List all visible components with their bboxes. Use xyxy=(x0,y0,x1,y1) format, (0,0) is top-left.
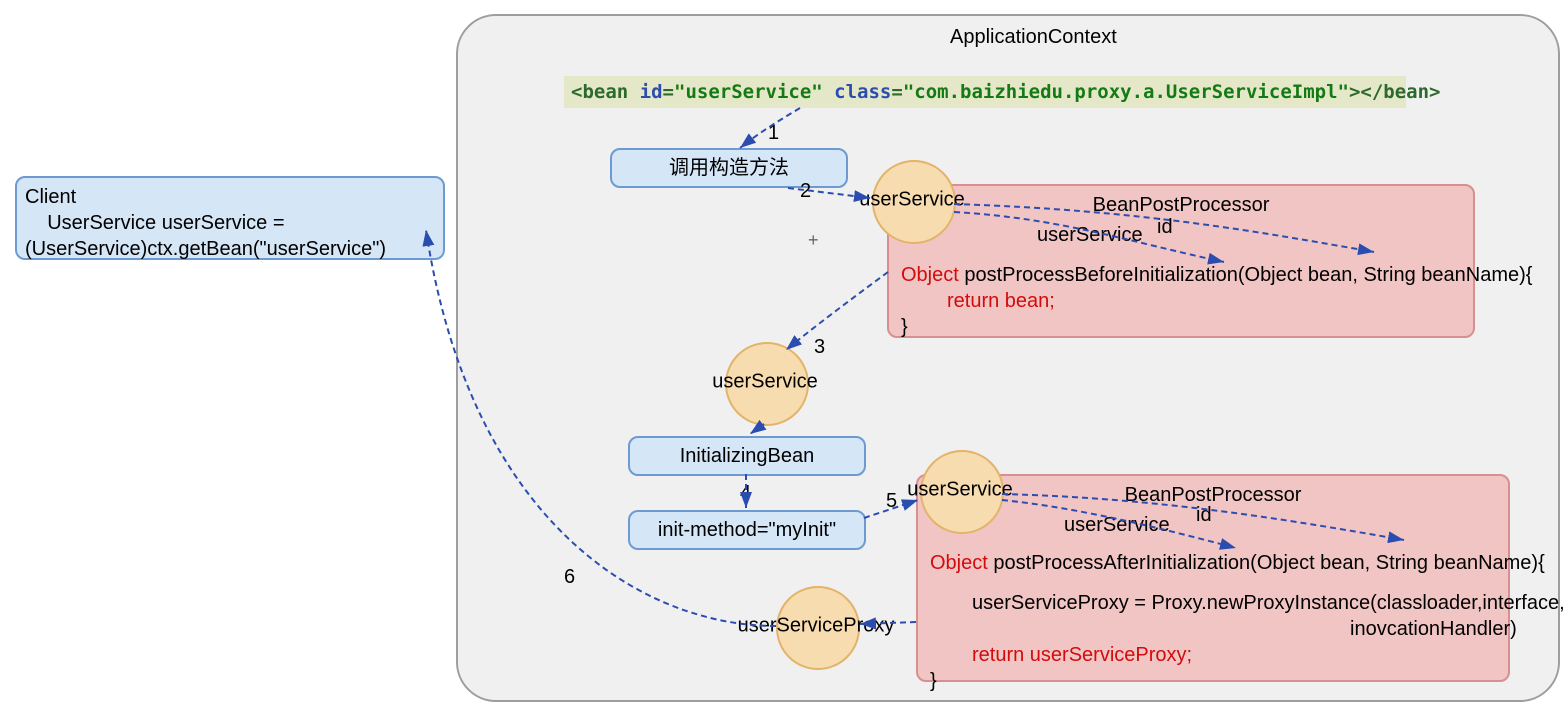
step-5-label: 5 xyxy=(886,490,897,513)
initializing-bean-box: InitializingBean xyxy=(628,436,866,476)
bpp-before-title: BeanPostProcessor xyxy=(1093,194,1270,217)
step-4-label: 4 xyxy=(740,482,751,505)
bean-xml-snippet: <bean id="userService" class="com.baizhi… xyxy=(564,76,1406,108)
userservice-circle-1-label: userService xyxy=(859,189,965,212)
step-1-label: 1 xyxy=(768,122,779,145)
bpp-after-bean-label: userService xyxy=(1064,514,1170,537)
userservice-circle-3-label: userService xyxy=(907,479,1013,502)
app-context-title: ApplicationContext xyxy=(950,26,1117,49)
step-2-label: 2 xyxy=(800,180,811,203)
plus-icon: + xyxy=(808,230,819,251)
bpp-after-title: BeanPostProcessor xyxy=(1125,484,1302,507)
step-6-label: 6 xyxy=(564,566,575,589)
init-method-box: init-method="myInit" xyxy=(628,510,866,550)
bpp-before-bean-label: userService xyxy=(1037,224,1143,247)
bpp-before-id-label: id xyxy=(1157,216,1173,239)
bpp-before-panel: BeanPostProcessor userService id Object … xyxy=(887,184,1475,338)
client-box: Client UserService userService = (UserSe… xyxy=(15,176,445,260)
userserviceproxy-circle-label: userServiceProxy xyxy=(738,615,895,638)
bpp-after-id-label: id xyxy=(1196,504,1212,527)
step-3-label: 3 xyxy=(814,336,825,359)
constructor-box: 调用构造方法 xyxy=(610,148,848,188)
bpp-after-panel: BeanPostProcessor userService id Object … xyxy=(916,474,1510,682)
userservice-circle-2-label: userService xyxy=(712,371,818,394)
